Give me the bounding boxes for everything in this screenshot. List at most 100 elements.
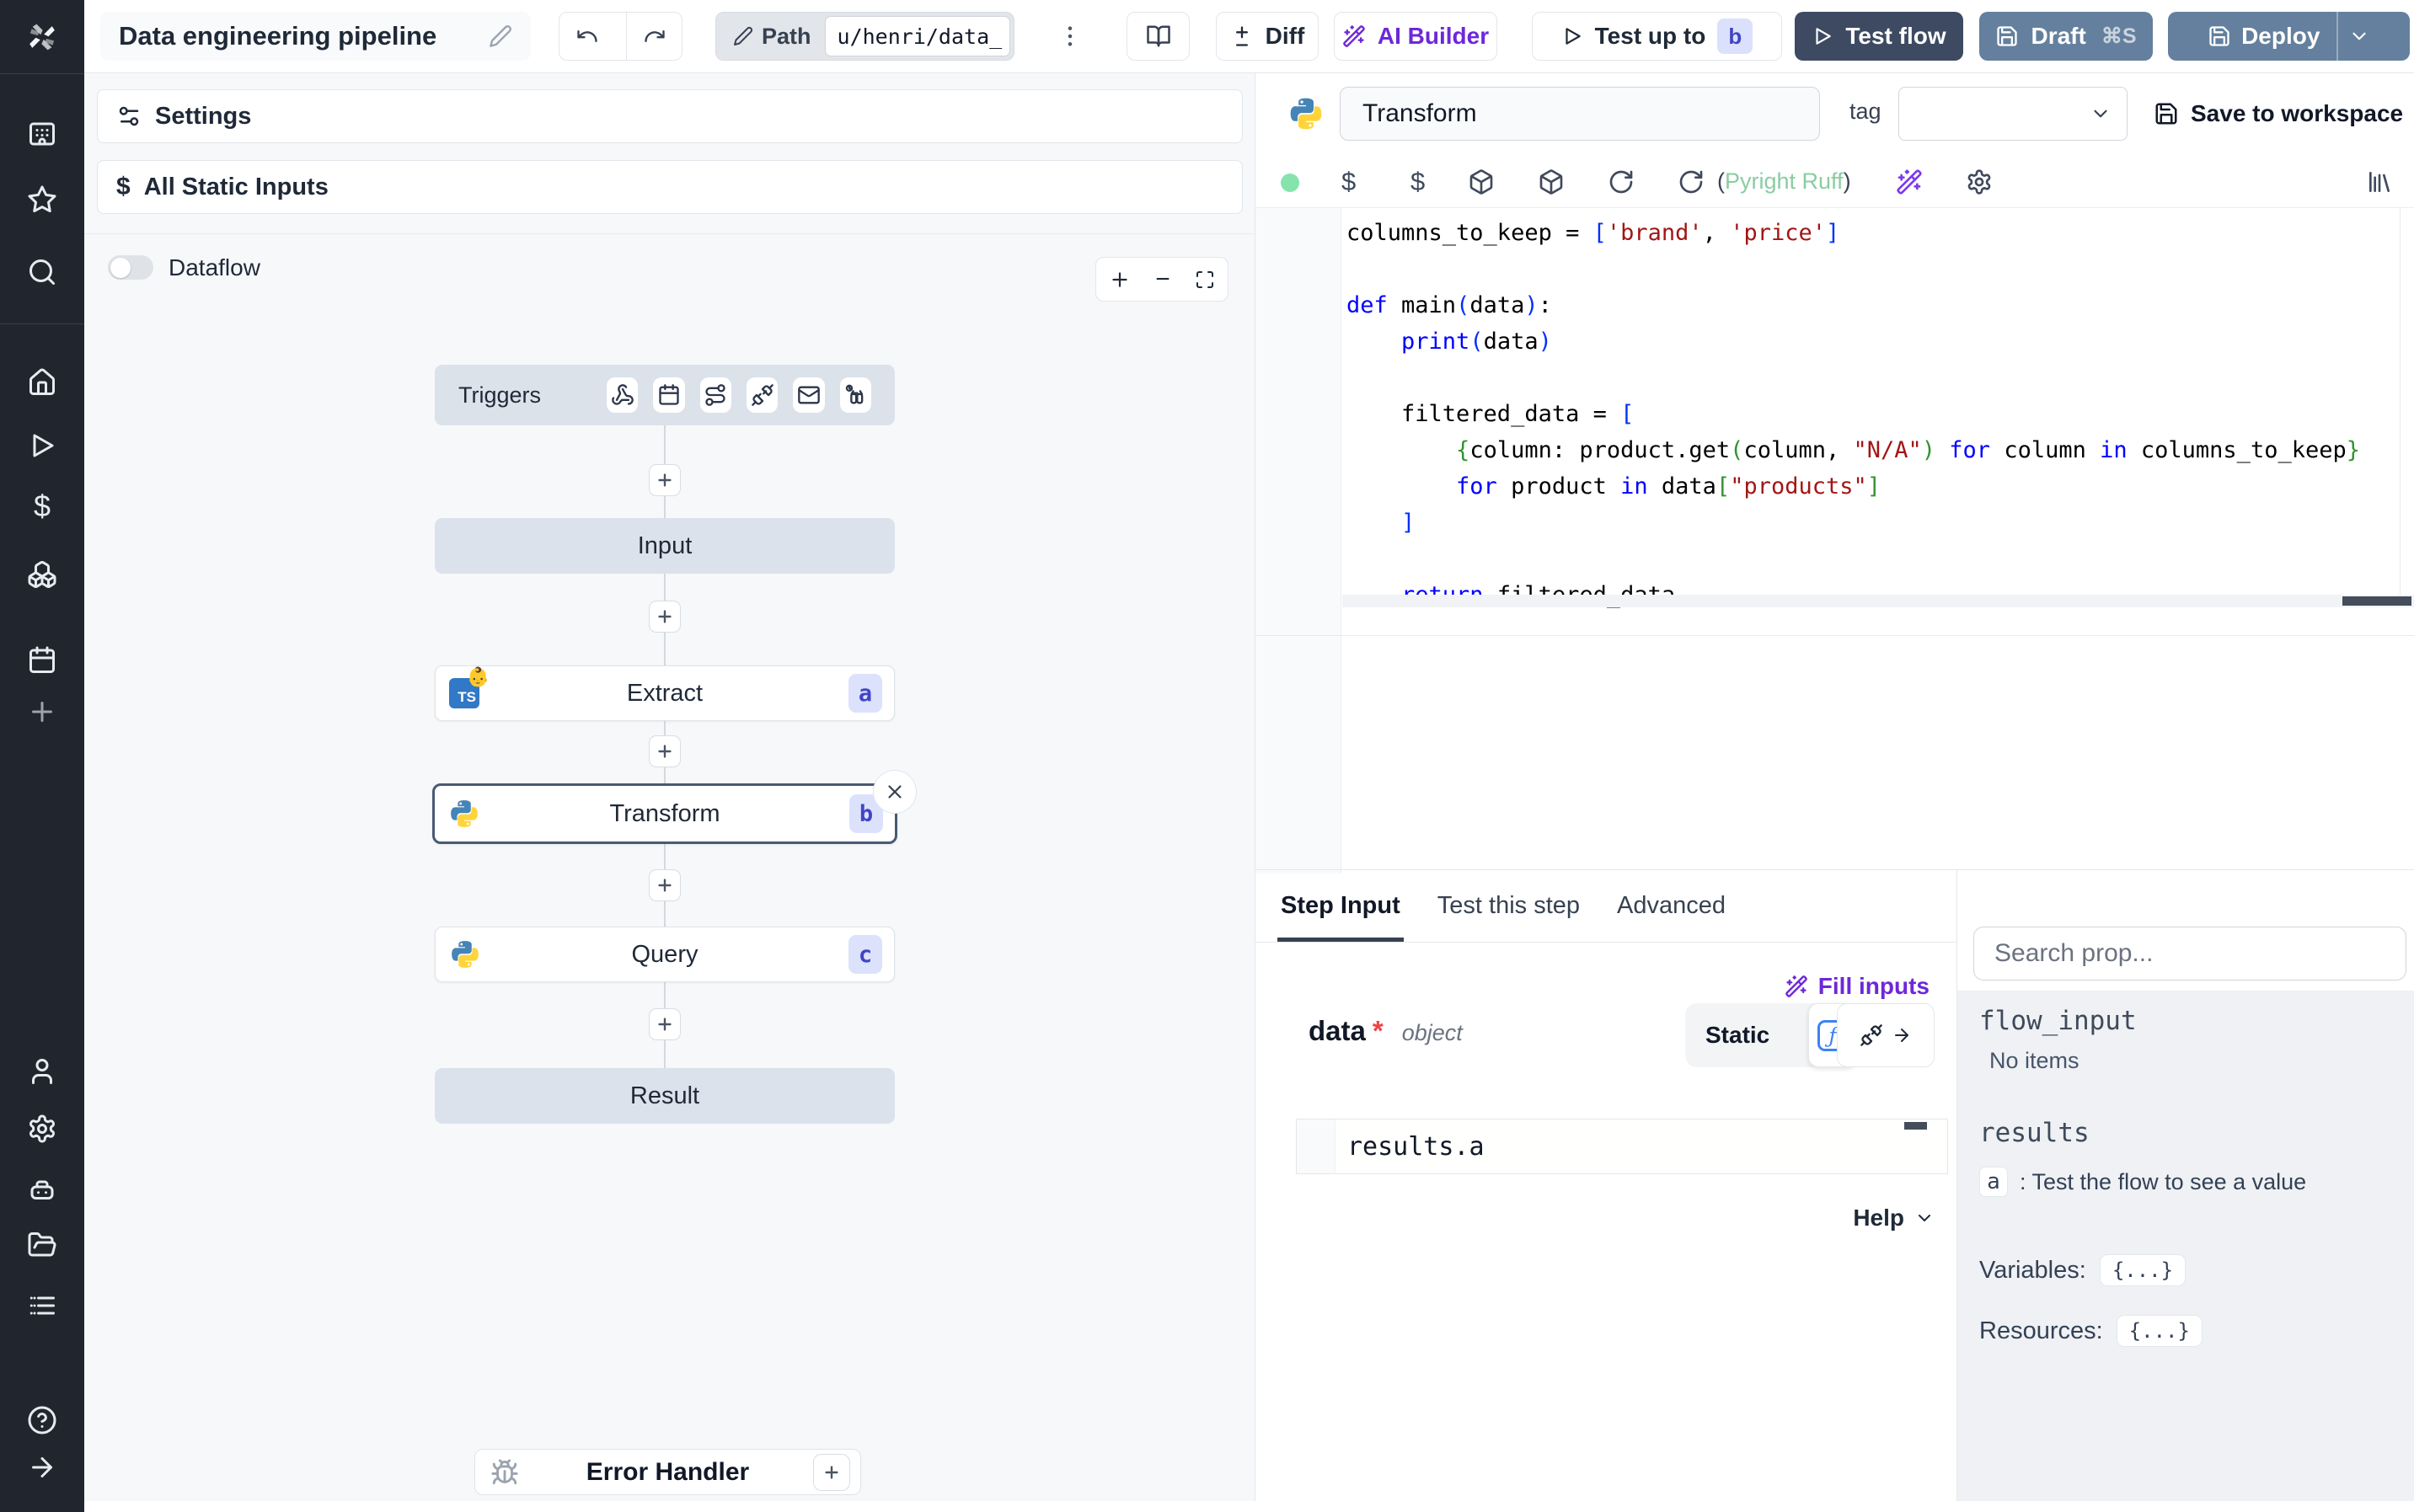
reload-icon[interactable] xyxy=(1608,168,1635,195)
settings-gear-icon[interactable] xyxy=(22,1109,62,1149)
schedules-calendar-icon[interactable] xyxy=(22,640,62,681)
variables-dollar-icon[interactable]: $ xyxy=(1410,167,1425,197)
webhook-trigger-icon[interactable] xyxy=(607,377,639,413)
argument-row: data * object xyxy=(1309,1015,1463,1047)
flow-input-section-label[interactable]: flow_input xyxy=(1979,1006,2414,1036)
argument-required-asterisk: * xyxy=(1372,1015,1384,1046)
runs-play-icon[interactable] xyxy=(22,425,62,466)
undo-button[interactable] xyxy=(559,13,614,60)
save-to-workspace-button[interactable]: Save to workspace xyxy=(2154,87,2403,141)
websocket-trigger-icon[interactable] xyxy=(747,377,779,413)
users-icon[interactable] xyxy=(22,1051,62,1092)
editor-gutter xyxy=(1255,208,1341,874)
package-icon[interactable] xyxy=(1538,168,1565,195)
query-node[interactable]: Query c xyxy=(435,927,895,982)
docs-book-button[interactable] xyxy=(1127,12,1190,61)
transform-node-selected[interactable]: Transform b xyxy=(432,783,897,844)
tab-advanced[interactable]: Advanced xyxy=(1617,870,1726,942)
expression-value[interactable]: results.a xyxy=(1335,1119,1947,1173)
path-value[interactable]: u/henri/data_ xyxy=(824,16,1010,56)
windmill-logo[interactable] xyxy=(0,0,84,74)
code-editor[interactable]: columns_to_keep = ['brand', 'price'] def… xyxy=(1346,215,2400,613)
test-flow-button[interactable]: Test flow xyxy=(1795,12,1963,61)
more-options-kebab-icon[interactable] xyxy=(1052,12,1089,61)
result-node[interactable]: Result xyxy=(435,1068,895,1124)
argument-name: data xyxy=(1309,1015,1366,1046)
search-prop-input[interactable] xyxy=(1994,939,2385,968)
dataflow-toggle[interactable] xyxy=(108,255,153,280)
results-section-label[interactable]: results xyxy=(1979,1118,2414,1148)
arrow-right-icon xyxy=(1892,1025,1912,1045)
http-route-trigger-icon[interactable] xyxy=(699,377,732,413)
input-node[interactable]: Input xyxy=(435,518,895,574)
test-up-to-button[interactable]: Test up to b xyxy=(1532,12,1782,61)
redo-button[interactable] xyxy=(626,13,682,60)
draft-button[interactable]: Draft ⌘S xyxy=(1979,12,2153,61)
remove-step-close-icon[interactable] xyxy=(873,770,917,814)
favorites-star-icon[interactable] xyxy=(22,179,62,220)
add-step-button[interactable] xyxy=(649,735,681,767)
add-step-button[interactable] xyxy=(649,1008,681,1040)
email-trigger-icon[interactable] xyxy=(793,377,825,413)
ai-builder-button[interactable]: AI Builder xyxy=(1334,12,1497,61)
workspace-icon[interactable] xyxy=(22,114,62,154)
variables-braces-chip[interactable]: {...} xyxy=(2099,1254,2187,1286)
extract-node[interactable]: TS 👶 Extract a xyxy=(435,665,895,721)
all-static-inputs-label: All Static Inputs xyxy=(143,173,329,200)
package-icon[interactable] xyxy=(1468,168,1495,195)
static-option-label[interactable]: Static xyxy=(1685,1022,1808,1049)
triggers-bar[interactable]: Triggers xyxy=(435,365,895,425)
library-icon[interactable] xyxy=(2366,168,2393,195)
fit-view-icon[interactable] xyxy=(1195,270,1215,290)
all-static-inputs-bar[interactable]: $ All Static Inputs xyxy=(97,160,1243,214)
add-plus-icon[interactable] xyxy=(22,692,62,732)
folders-icon[interactable] xyxy=(22,1225,62,1265)
error-handler-node[interactable]: Error Handler xyxy=(474,1449,861,1495)
expand-sidebar-icon[interactable] xyxy=(22,1447,62,1488)
logs-list-icon[interactable] xyxy=(22,1285,62,1326)
result-key-chip[interactable]: a xyxy=(1979,1167,2008,1197)
zoom-in-icon[interactable] xyxy=(1109,269,1131,291)
expression-editor[interactable]: results.a xyxy=(1296,1119,1948,1174)
result-hint: : Test the flow to see a value xyxy=(2020,1168,2307,1194)
reload-icon[interactable] xyxy=(1678,168,1705,195)
save-icon xyxy=(2154,101,2179,126)
editor-settings-gear-icon[interactable] xyxy=(1966,168,1993,195)
save-to-workspace-label: Save to workspace xyxy=(2191,100,2404,126)
deploy-chevron-down-icon[interactable] xyxy=(2348,25,2370,47)
add-step-button[interactable] xyxy=(649,869,681,901)
diff-button[interactable]: Diff xyxy=(1216,12,1319,61)
step-name-input[interactable]: Transform xyxy=(1340,87,1820,141)
help-toggle[interactable]: Help xyxy=(1812,1205,1935,1232)
zoom-out-icon[interactable]: − xyxy=(1155,266,1170,291)
flow-settings-bar[interactable]: Settings xyxy=(97,89,1243,143)
tab-step-input[interactable]: Step Input xyxy=(1277,870,1404,942)
scrollbar-thumb[interactable] xyxy=(2342,596,2411,606)
dataflow-label: Dataflow xyxy=(169,254,260,280)
expression-scrollbar-thumb xyxy=(1904,1122,1927,1130)
deploy-button[interactable]: Deploy xyxy=(2168,12,2410,61)
home-icon[interactable] xyxy=(22,362,62,403)
flow-title-box[interactable]: Data engineering pipeline xyxy=(100,12,531,61)
variables-dollar-icon[interactable]: $ xyxy=(22,486,62,526)
ai-wand-icon[interactable] xyxy=(1896,168,1923,195)
edit-title-pencil-icon[interactable] xyxy=(489,24,512,48)
tag-select[interactable] xyxy=(1898,87,2128,141)
connect-input-button[interactable] xyxy=(1837,1003,1935,1067)
add-error-handler-button[interactable] xyxy=(813,1453,850,1491)
workers-bot-icon[interactable] xyxy=(22,1169,62,1210)
add-step-button[interactable] xyxy=(649,601,681,633)
step-editor-panel: Transform tag Save to workspace $ $ (Pyr… xyxy=(1255,73,2414,1512)
add-step-button[interactable] xyxy=(649,464,681,496)
path-chip[interactable]: Path u/henri/data_ xyxy=(715,12,1014,61)
search-icon[interactable] xyxy=(22,252,62,292)
resources-boxes-icon[interactable] xyxy=(22,554,62,595)
help-icon[interactable] xyxy=(22,1400,62,1440)
capture-watch-trigger-icon[interactable] xyxy=(839,377,871,413)
fill-inputs-button[interactable]: Fill inputs xyxy=(1255,973,1930,1000)
editor-horizontal-scrollbar[interactable] xyxy=(1342,595,2414,607)
schedule-trigger-icon[interactable] xyxy=(653,377,685,413)
assets-dollar-icon[interactable]: $ xyxy=(1341,167,1356,197)
resources-braces-chip[interactable]: {...} xyxy=(2116,1315,2203,1347)
tab-test-this-step[interactable]: Test this step xyxy=(1437,870,1580,942)
